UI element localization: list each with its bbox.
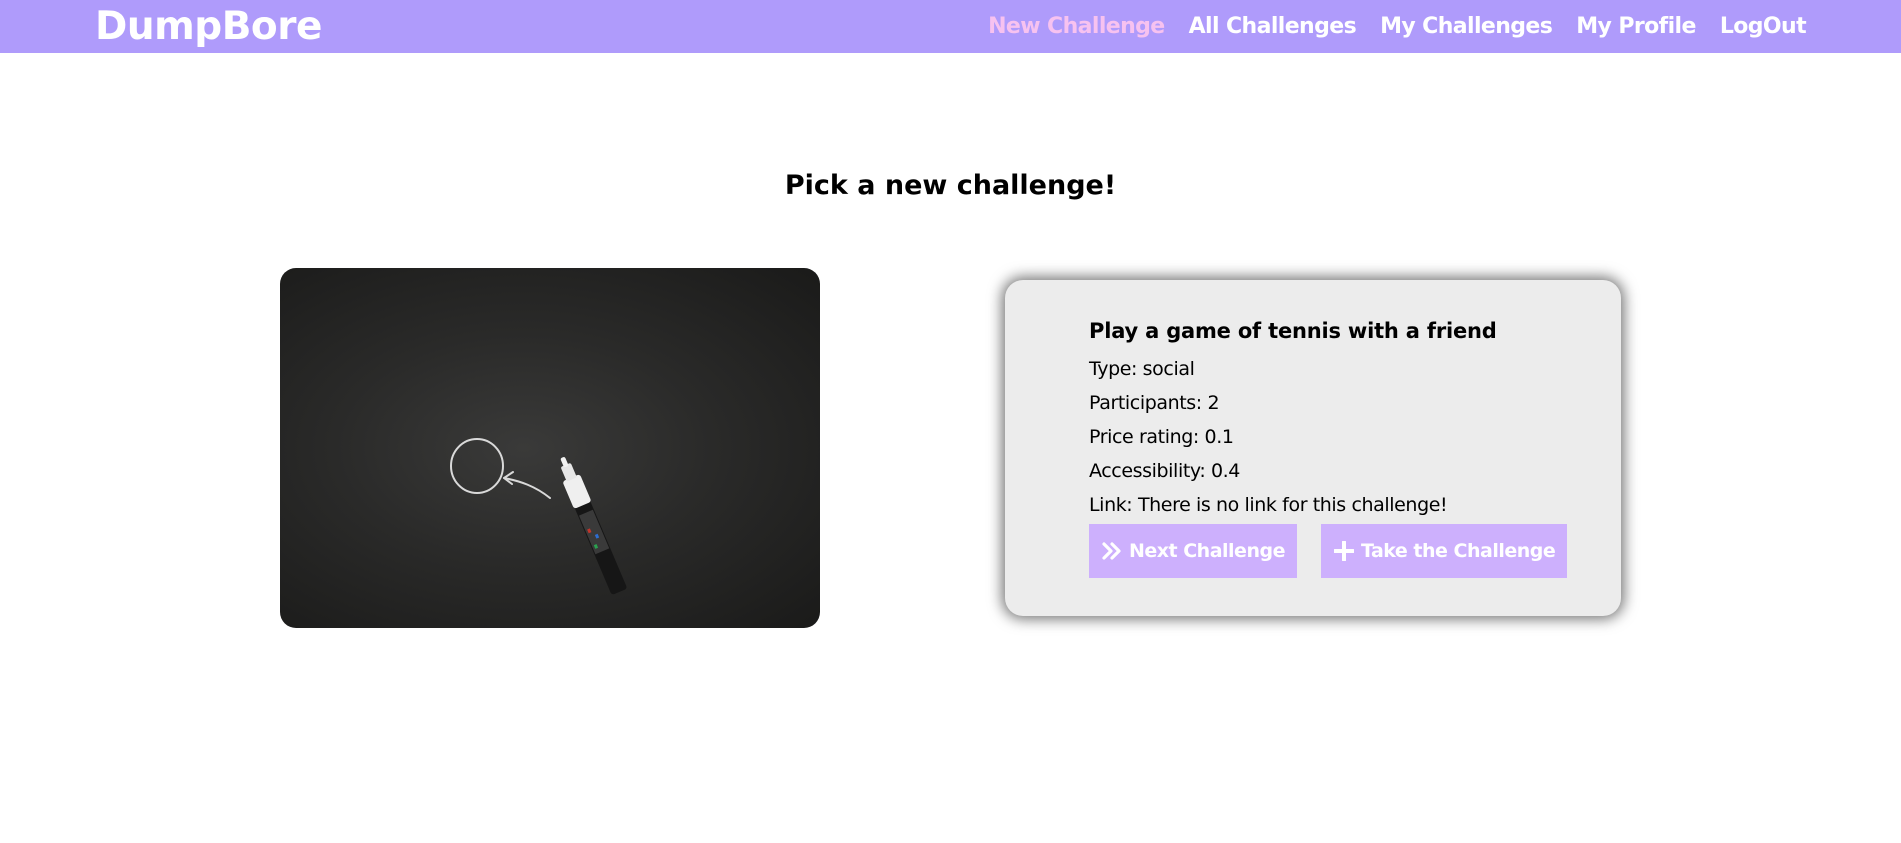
nav-links: New Challenge All Challenges My Challeng… — [988, 0, 1806, 53]
brand-logo[interactable]: DumpBore — [95, 2, 322, 52]
challenge-participants: Participants: 2 — [1089, 392, 1220, 414]
challenge-price-rating: Price rating: 0.1 — [1089, 426, 1234, 448]
challenge-image — [280, 268, 820, 628]
plus-icon — [1333, 540, 1355, 562]
navbar: DumpBore New Challenge All Challenges My… — [0, 0, 1901, 53]
chalkboard-marker-illustration — [450, 438, 627, 595]
challenge-accessibility: Accessibility: 0.4 — [1089, 460, 1240, 482]
challenge-title: Play a game of tennis with a friend — [1089, 319, 1497, 343]
challenge-card: Play a game of tennis with a friend Type… — [1005, 280, 1621, 616]
take-challenge-label: Take the Challenge — [1360, 540, 1556, 562]
next-challenge-label: Next Challenge — [1129, 540, 1285, 562]
nav-link-my-challenges[interactable]: My Challenges — [1380, 14, 1553, 39]
double-chevron-right-icon — [1101, 540, 1123, 562]
nav-link-new-challenge[interactable]: New Challenge — [988, 14, 1165, 39]
page-title: Pick a new challenge! — [784, 170, 1117, 201]
nav-link-my-profile[interactable]: My Profile — [1576, 14, 1696, 39]
challenge-link: Link: There is no link for this challeng… — [1089, 494, 1448, 516]
next-challenge-button[interactable]: Next Challenge — [1089, 524, 1297, 578]
challenge-type: Type: social — [1089, 358, 1195, 380]
nav-link-all-challenges[interactable]: All Challenges — [1189, 14, 1357, 39]
nav-link-logout[interactable]: LogOut — [1720, 14, 1807, 39]
take-challenge-button[interactable]: Take the Challenge — [1320, 524, 1568, 578]
